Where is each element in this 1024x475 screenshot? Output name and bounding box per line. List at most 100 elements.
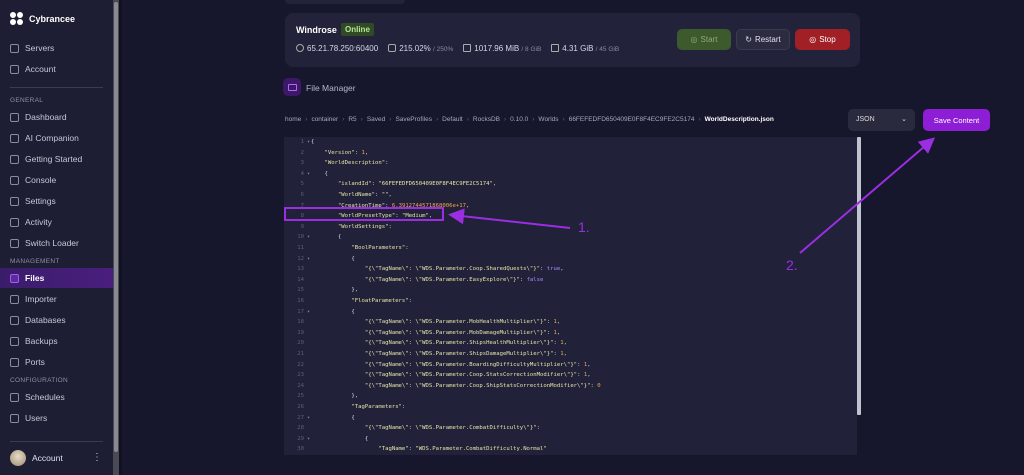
breadcrumb-item[interactable]: 0.10.0 [510,116,528,123]
code-token: "TagParameters" [311,404,402,410]
sidebar-item-ports[interactable]: Ports [0,352,113,372]
sidebar-item-getting-started[interactable]: Getting Started [0,149,113,169]
code-line[interactable]: 10 ▾ { [284,232,857,243]
breadcrumb-item[interactable]: 66FEFEDFD650409E0F8F4EC9FE2C5174 [569,116,695,123]
code-line[interactable]: 30 "TagName": "WDS.Parameter.CombatDiffi… [284,444,857,455]
line-number: 13 [297,266,304,273]
start-label: Start [700,35,718,44]
code-line[interactable]: 19 "{\"TagName\": \"WDS.Parameter.MobDam… [284,328,857,339]
sidebar-item-servers[interactable]: Servers [0,38,113,58]
code-line[interactable]: 14 "{\"TagName\": \"WDS.Parameter.EasyEx… [284,275,857,286]
code-line[interactable]: 4 ▾ { [284,169,857,180]
sidebar-item-ai-companion[interactable]: AI Companion [0,128,113,148]
breadcrumb-item[interactable]: container [311,116,338,123]
breadcrumb-item[interactable]: RocksDB [473,116,500,123]
fold-toggle-icon[interactable]: ▾ [307,413,310,424]
sidebar-item-files[interactable]: Files [0,268,113,288]
sidebar-item-label: Importer [25,294,57,304]
sidebar-item-label: Users [25,413,48,423]
code-line[interactable]: 11 "BoolParameters": [284,243,857,254]
code-line[interactable]: 6 "WorldName": "", [284,190,857,201]
sidebar-item-schedules[interactable]: Schedules [0,387,113,407]
code-token: true [546,266,561,273]
code-line[interactable]: 22 "{\"TagName\": \"WDS.Parameter.Boardi… [284,360,857,371]
sidebar-item-importer[interactable]: Importer [0,289,113,309]
code-line[interactable]: 27 ▾ { [284,413,857,424]
code-line[interactable]: 25 }, [284,391,857,402]
more-options-icon[interactable]: ⋮ [92,452,102,463]
sidebar-item-console[interactable]: Console [0,170,113,190]
code-line[interactable]: 7 "CreationTime": 6.3912744571868006e+17… [284,201,857,212]
server-stats: 65.21.78.250:60400 215.02% / 250% 1017.9… [296,44,619,53]
sidebar-item-label: Switch Loader [25,238,79,248]
code-line[interactable]: 23 "{\"TagName\": \"WDS.Parameter.Coop.S… [284,370,857,381]
code-line[interactable]: 26 "TagParameters": [284,402,857,413]
code-token: : [536,425,541,432]
code-line[interactable]: 13 "{\"TagName\": \"WDS.Parameter.Coop.S… [284,264,857,275]
breadcrumb-item[interactable]: SaveProfiles [395,116,432,123]
breadcrumb-item[interactable]: R5 [348,116,356,123]
breadcrumb-item[interactable]: Saved [367,116,385,123]
sidebar-item-activity[interactable]: Activity [0,212,113,232]
breadcrumb-item[interactable]: Worlds [538,116,558,123]
code-token: "{\"TagName\": \"WDS.Parameter.CombatDif… [311,425,537,432]
editor-scrollbar[interactable] [857,137,861,415]
code-token: 0 [597,382,601,389]
address-stat[interactable]: 65.21.78.250:60400 [296,44,378,53]
fold-toggle-icon[interactable]: ▾ [307,434,310,445]
code-token: { [311,170,328,177]
code-token: , [428,213,433,220]
fold-toggle-icon[interactable]: ▾ [307,137,310,148]
sidebar-scrollbar-thumb[interactable] [114,2,118,452]
sidebar-item-switch-loader[interactable]: Switch Loader [0,233,113,253]
brand-logo[interactable]: Cybrancee [10,12,75,25]
code-line[interactable]: 15 }, [284,285,857,296]
code-token: "{\"TagName\": \"WDS.Parameter.BoardingD… [311,361,578,368]
code-token: "Version" [311,149,355,156]
fold-toggle-icon[interactable]: ▾ [307,169,310,180]
memory-icon [463,44,472,52]
divider [10,441,103,442]
code-line[interactable]: 3 "WorldDescription": [284,158,857,169]
code-line[interactable]: 2 "Version": 1, [284,148,857,159]
save-content-button[interactable]: Save Content [923,109,990,131]
code-line[interactable]: 17 ▾ { [284,307,857,318]
code-line[interactable]: 8 "WorldPresetType": "Medium", [284,211,857,222]
sidebar-item-databases[interactable]: Databases [0,310,113,330]
sidebar-item-users[interactable]: Users [0,408,113,428]
chevron-right-icon: › [360,116,363,123]
fold-toggle-icon[interactable]: ▾ [307,307,310,318]
fold-toggle-icon[interactable]: ▾ [307,232,310,243]
code-line[interactable]: 24 "{\"TagName\": \"WDS.Parameter.Coop.S… [284,381,857,392]
sidebar-item-settings[interactable]: Settings [0,191,113,211]
line-number: 29 [297,435,304,442]
account-menu[interactable]: Account [10,450,63,466]
code-line[interactable]: 29 ▾ { [284,434,857,445]
account-label: Account [32,453,63,463]
line-number: 18 [297,319,304,326]
code-line[interactable]: 9 "WorldSettings": [284,222,857,233]
format-select[interactable]: JSON ⌄ [848,109,915,131]
code-token: "{\"TagName\": \"WDS.Parameter.Coop.Ship… [311,382,591,389]
code-line[interactable]: 28 "{\"TagName\": \"WDS.Parameter.Combat… [284,423,857,434]
sidebar-item-account[interactable]: Account [0,59,113,79]
code-line[interactable]: 21 "{\"TagName\": \"WDS.Parameter.ShipsD… [284,349,857,360]
breadcrumb-item[interactable]: home [285,116,301,123]
code-line[interactable]: 16 "FloatParameters": [284,296,857,307]
code-token: { [311,414,355,421]
sidebar-item-backups[interactable]: Backups [0,331,113,351]
code-line[interactable]: 18 "{\"TagName\": \"WDS.Parameter.MobHea… [284,317,857,328]
breadcrumb-item[interactable]: Default [442,116,463,123]
code-token: "WDS.Parameter.CombatDifficulty.Normal" [415,446,547,453]
fold-toggle-icon[interactable]: ▾ [307,254,310,265]
swap-icon [10,238,19,248]
code-line[interactable]: 20 "{\"TagName\": \"WDS.Parameter.ShipsH… [284,338,857,349]
code-editor[interactable]: 1 ▾{2 "Version": 1, 3 "WorldDescription": 4… [284,137,857,455]
code-line[interactable]: 1 ▾{ [284,137,857,148]
stop-button[interactable]: ◎ Stop [795,29,850,50]
sidebar-item-dashboard[interactable]: Dashboard [0,107,113,127]
code-line[interactable]: 5 "islandId": "66FEFEDFD650409E0F8F4EC9F… [284,179,857,190]
restart-button[interactable]: ↻ Restart [736,29,790,50]
start-button[interactable]: ◎ Start [677,29,731,50]
code-line[interactable]: 12 ▾ { [284,254,857,265]
